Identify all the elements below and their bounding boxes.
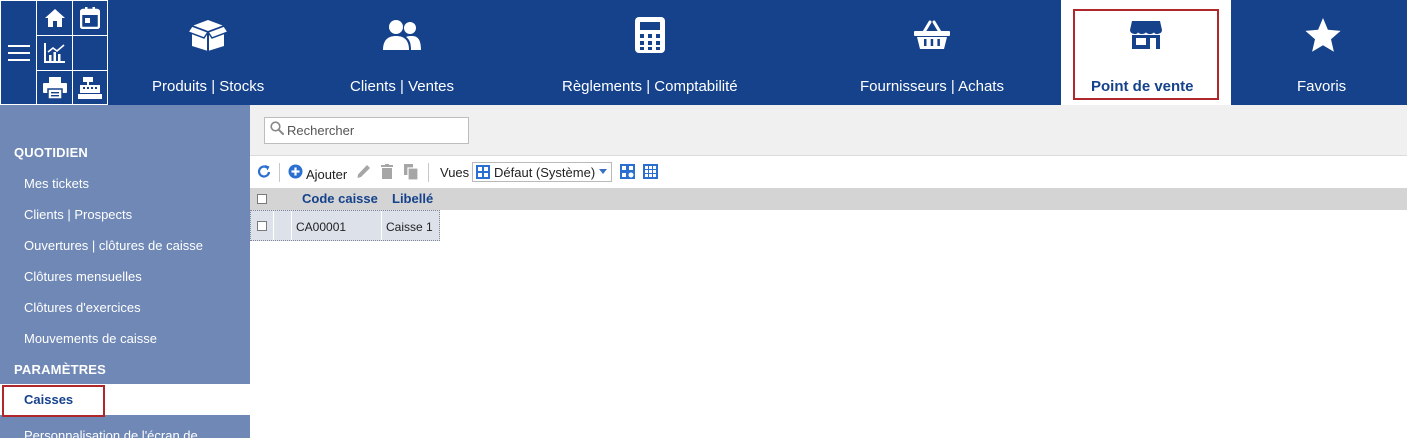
- statistics-button[interactable]: [36, 35, 73, 71]
- columns-button[interactable]: [643, 164, 658, 184]
- home-button[interactable]: [36, 0, 73, 36]
- search-icon: [270, 121, 284, 140]
- add-button[interactable]: Ajouter: [288, 164, 347, 184]
- quick-access-panel: [0, 0, 108, 105]
- search-input[interactable]: [287, 123, 462, 138]
- users-icon: [382, 16, 422, 54]
- refresh-button[interactable]: [257, 164, 271, 184]
- sidebar-item-clients-prospects[interactable]: Clients | Prospects: [24, 207, 132, 222]
- menu-button[interactable]: [0, 0, 37, 105]
- toolbar-separator: [279, 163, 280, 182]
- sidebar-item-personnalisation[interactable]: Personnalisation de l'écran de: [24, 428, 198, 443]
- printer-icon: [42, 76, 67, 99]
- duplicate-button[interactable]: [404, 164, 419, 185]
- nav-label: Point de vente: [1091, 78, 1194, 95]
- column-separator: [291, 211, 292, 240]
- nav-label: Produits | Stocks: [152, 78, 265, 95]
- grid-header: Code caisse Libellé: [250, 188, 1407, 210]
- sidebar-section-parametres: PARAMÈTRES: [14, 362, 107, 377]
- column-header-libelle[interactable]: Libellé: [392, 191, 433, 206]
- delete-button[interactable]: [380, 164, 394, 184]
- store-icon: [1129, 16, 1163, 54]
- grid-toolbar: Ajouter Vues Défaut (Système): [250, 158, 1407, 187]
- sidebar-item-clotures-mensuelles[interactable]: Clôtures mensuelles: [24, 269, 142, 284]
- add-button-label: Ajouter: [306, 166, 348, 182]
- sidebar-item-ouvertures-clotures[interactable]: Ouvertures | clôtures de caisse: [24, 238, 203, 253]
- empty-quick-slot: [72, 35, 108, 71]
- pencil-icon: [356, 164, 371, 184]
- row-checkbox[interactable]: [257, 221, 267, 231]
- nav-label: Favoris: [1297, 78, 1347, 95]
- search-box[interactable]: [264, 117, 469, 144]
- sidebar-item-label: Caisses: [24, 392, 74, 407]
- calculator-icon: [634, 16, 666, 54]
- nav-label: Fournisseurs | Achats: [860, 78, 1004, 95]
- table-columns-icon: [643, 164, 658, 184]
- box-icon: [187, 16, 229, 54]
- nav-clients-ventes[interactable]: Clients | Ventes: [336, 0, 466, 105]
- print-button[interactable]: [36, 70, 73, 105]
- add-circle-icon: [288, 164, 303, 184]
- sidebar-item-mouvements-caisse[interactable]: Mouvements de caisse: [24, 331, 157, 346]
- column-header-code-caisse[interactable]: Code caisse: [302, 191, 378, 206]
- calendar-button[interactable]: [72, 0, 108, 36]
- grid-view-icon: [476, 165, 490, 179]
- sidebar-item-clotures-exercices[interactable]: Clôtures d'exercices: [24, 300, 141, 315]
- sidebar-item-mes-tickets[interactable]: Mes tickets: [24, 176, 89, 191]
- sidebar-item-caisses[interactable]: Caisses: [0, 384, 250, 415]
- trash-icon: [380, 164, 394, 184]
- nav-label: Clients | Ventes: [350, 78, 454, 95]
- home-icon: [44, 8, 66, 28]
- star-icon: [1304, 16, 1342, 54]
- refresh-icon: [257, 164, 271, 184]
- views-select[interactable]: Défaut (Système): [472, 162, 612, 182]
- cash-register-button[interactable]: [72, 70, 108, 105]
- top-navigation-bar: Produits | Stocks Clients | Ventes Règle…: [0, 0, 1407, 105]
- views-selected-value: Défaut (Système): [494, 164, 596, 180]
- column-separator: [273, 211, 274, 240]
- calendar-icon: [80, 7, 100, 29]
- main-content: Ajouter Vues Défaut (Système): [250, 105, 1407, 438]
- cell-libelle: Caisse 1: [386, 220, 433, 234]
- chart-icon: [43, 43, 66, 63]
- toolbar-separator: [428, 163, 429, 182]
- manage-views-button[interactable]: [620, 164, 635, 184]
- cash-register-icon: [78, 76, 102, 99]
- sidebar-section-quotidien: QUOTIDIEN: [14, 145, 89, 160]
- nav-point-de-vente[interactable]: Point de vente: [1061, 0, 1231, 105]
- copy-icon: [404, 164, 419, 185]
- hamburger-icon: [7, 44, 30, 61]
- nav-produits-stocks[interactable]: Produits | Stocks: [140, 0, 276, 105]
- views-label: Vues: [440, 165, 470, 180]
- grid-settings-icon: [620, 164, 635, 184]
- search-bar: [250, 105, 1407, 156]
- column-separator: [381, 211, 382, 240]
- nav-label: Règlements | Comptabilité: [562, 78, 738, 95]
- nav-favoris[interactable]: Favoris: [1280, 0, 1366, 105]
- basket-icon: [914, 16, 950, 54]
- cell-code-caisse: CA00001: [296, 220, 347, 234]
- chevron-down-icon: [599, 169, 607, 174]
- sidebar: QUOTIDIEN Mes tickets Clients | Prospect…: [0, 105, 250, 443]
- nav-fournisseurs-achats[interactable]: Fournisseurs | Achats: [850, 0, 1014, 105]
- nav-reglements-comptabilite[interactable]: Règlements | Comptabilité: [550, 0, 750, 105]
- table-row[interactable]: CA00001 Caisse 1: [250, 210, 440, 241]
- select-all-checkbox[interactable]: [257, 194, 267, 204]
- edit-button[interactable]: [356, 164, 371, 184]
